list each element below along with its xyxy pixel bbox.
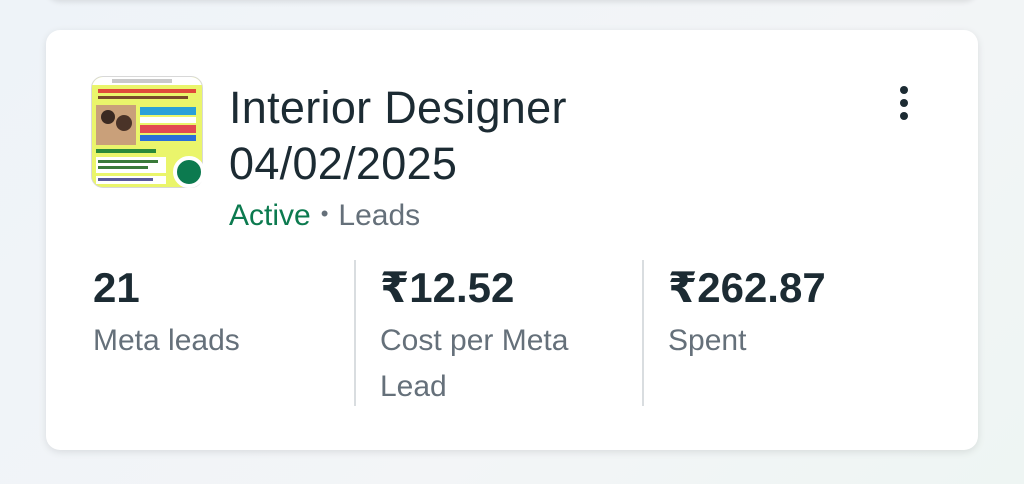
metric-cost-per-lead[interactable]: ₹12.52 Cost per Meta Lead [380,260,620,410]
metric-spent[interactable]: ₹262.87 Spent [668,260,908,364]
status-dot-icon [173,156,205,188]
campaign-objective: Leads [338,199,421,232]
metric-meta-leads[interactable]: 21 Meta leads [93,260,333,364]
more-dot [900,86,908,94]
status-badge: Active [229,199,311,232]
campaign-date: 04/02/2025 [229,138,458,189]
status-line: Active • Leads [229,196,420,234]
metric-label: Spent [668,324,747,357]
metric-divider [642,260,644,406]
metric-value: ₹262.87 [668,264,826,311]
more-dot [900,99,908,107]
status-separator: • [320,201,329,226]
metric-value: 21 [93,264,140,311]
campaign-card[interactable]: Interior Designer 04/02/2025 Active • Lead… [46,30,978,450]
metric-label: Cost per Meta Lead [380,324,569,403]
more-vertical-icon[interactable] [886,82,922,126]
metric-value: ₹12.52 [380,264,515,311]
metric-label: Meta leads [93,324,240,357]
campaign-thumbnail[interactable] [91,76,205,190]
more-dot [900,112,908,120]
campaign-title[interactable]: Interior Designer 04/02/2025 [229,80,849,192]
campaign-title-line1: Interior Designer [229,82,567,133]
metric-divider [354,260,356,406]
